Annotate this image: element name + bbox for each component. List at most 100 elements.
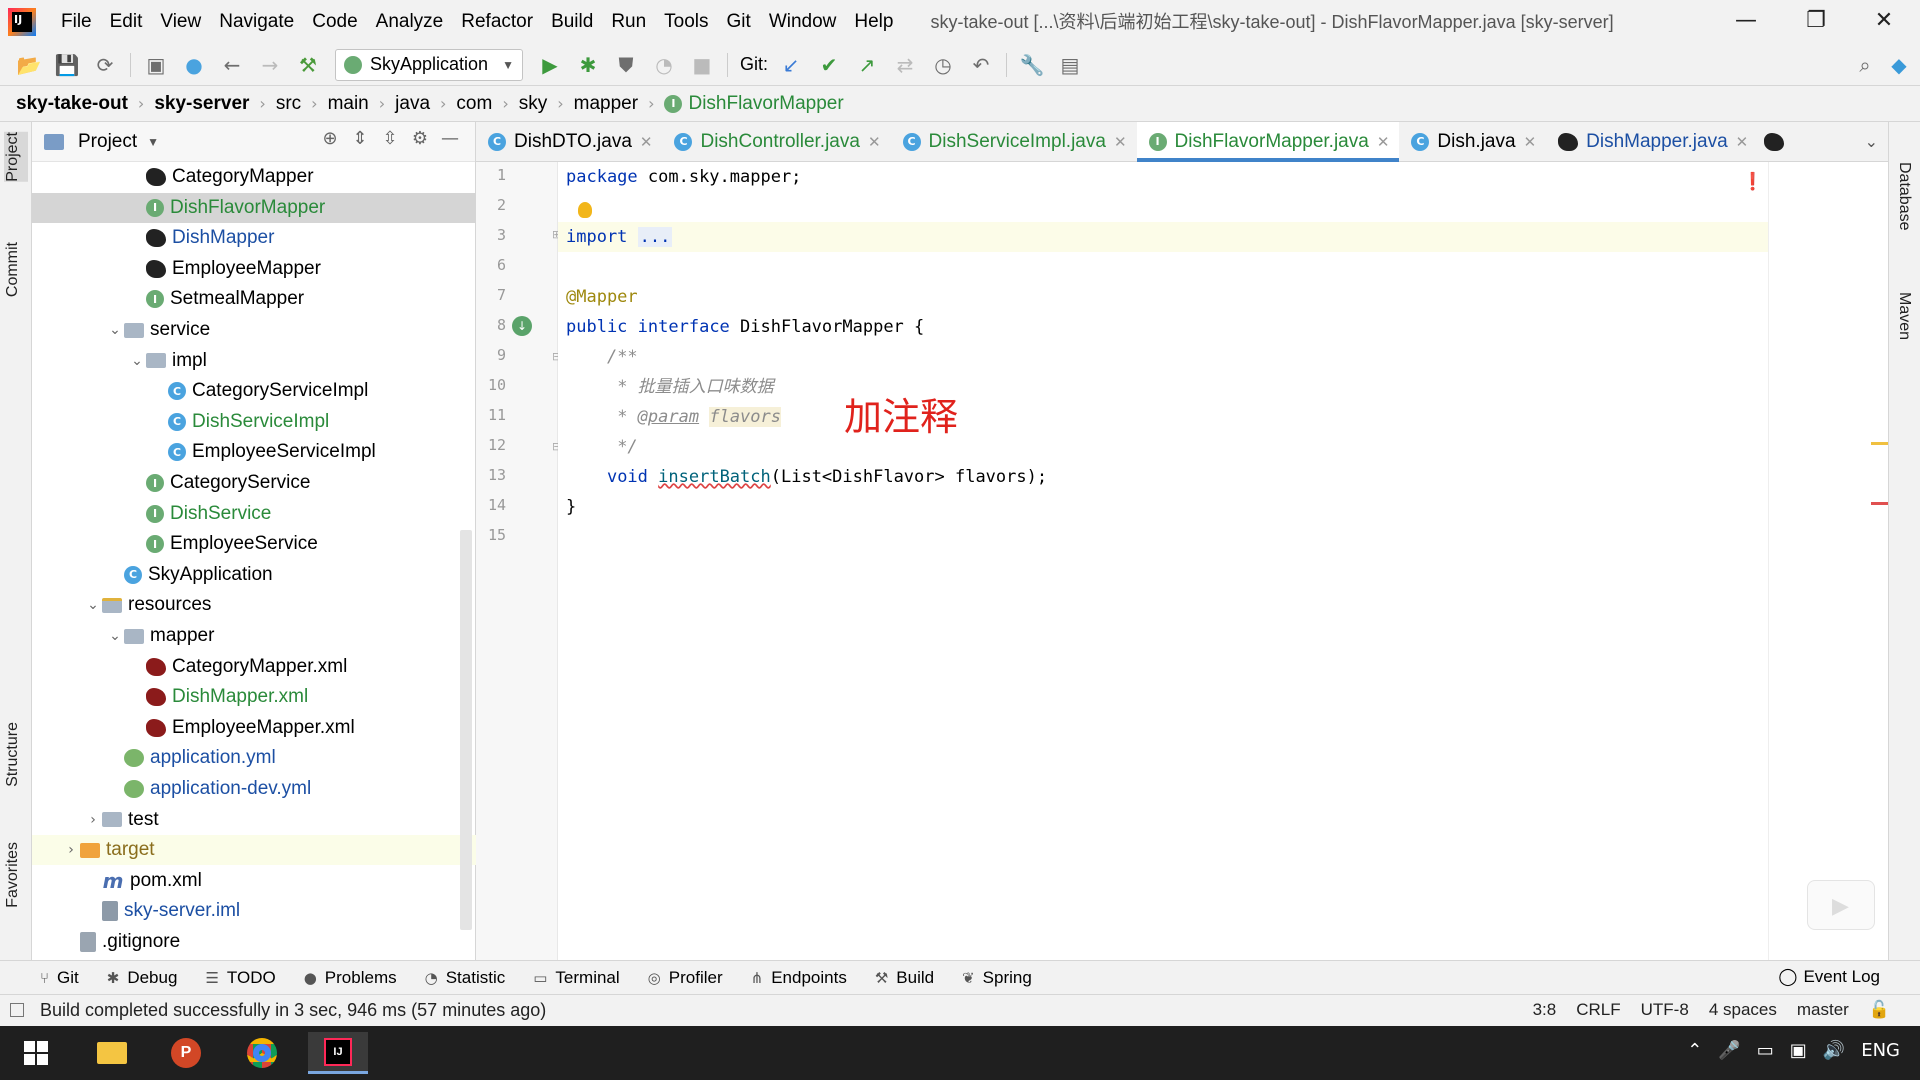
git-branch[interactable]: master	[1797, 1000, 1849, 1020]
class-search-icon[interactable]: ●	[179, 50, 209, 80]
event-log-button[interactable]: ◯ Event Log	[1778, 967, 1880, 987]
editor-tab[interactable]: DishMapper.java ✕	[1546, 122, 1758, 161]
chrome-icon[interactable]	[232, 1032, 292, 1074]
menu-file[interactable]: File	[52, 0, 101, 44]
menu-help[interactable]: Help	[845, 0, 902, 44]
menu-analyze[interactable]: Analyze	[367, 0, 453, 44]
breadcrumb-item[interactable]: mapper	[574, 93, 638, 115]
tree-item[interactable]: EmployeeMapper	[32, 254, 476, 284]
menu-tools[interactable]: Tools	[655, 0, 717, 44]
save-all-icon[interactable]: 💾	[52, 50, 82, 80]
menu-refactor[interactable]: Refactor	[452, 0, 542, 44]
chevron-down-icon[interactable]: ▼	[147, 135, 159, 149]
chevron-down-icon[interactable]: ⌄	[1865, 132, 1878, 151]
project-tool-tab[interactable]: Project	[4, 132, 28, 182]
error-stripe-marker[interactable]	[1871, 502, 1889, 505]
todo-tool-window[interactable]: ☰ TODO	[205, 968, 275, 988]
breadcrumb-item[interactable]: java	[395, 93, 430, 115]
menu-window[interactable]: Window	[760, 0, 846, 44]
tree-item[interactable]: application-dev.yml	[32, 774, 476, 804]
powerpoint-icon[interactable]: P	[156, 1032, 216, 1074]
tree-item[interactable]: C EmployeeServiceImpl	[32, 437, 476, 467]
editor-scrollbar-area[interactable]: ▶	[1768, 162, 1889, 960]
lightbulb-icon[interactable]	[578, 202, 592, 218]
language-indicator[interactable]: ENG	[1861, 1040, 1900, 1061]
status-message[interactable]: Build completed successfully in 3 sec, 9…	[40, 1000, 546, 1021]
tree-scrollbar[interactable]	[460, 530, 472, 930]
editor-tab[interactable]: C DishController.java ✕	[662, 122, 890, 161]
network-icon[interactable]: ▣	[1790, 1040, 1807, 1061]
run-configuration-select[interactable]: SkyApplication ▼	[335, 48, 523, 81]
caret-position[interactable]: 3:8	[1533, 1000, 1557, 1020]
git-history-icon[interactable]: ◷	[928, 50, 958, 80]
tree-item[interactable]: C CategoryServiceImpl	[32, 376, 476, 406]
spring-tool-window[interactable]: ❦ Spring	[962, 968, 1032, 988]
git-update-icon[interactable]: ↙	[776, 50, 806, 80]
tree-item[interactable]: .gitignore	[32, 927, 476, 957]
folded-imports[interactable]: ...	[637, 227, 673, 247]
breadcrumb-item[interactable]: com	[456, 93, 492, 115]
video-play-overlay[interactable]: ▶	[1807, 880, 1875, 930]
tree-item[interactable]: I CategoryService	[32, 468, 476, 498]
line-separator[interactable]: CRLF	[1576, 1000, 1620, 1020]
menu-git[interactable]: Git	[718, 0, 760, 44]
endpoints-tool-window[interactable]: ⋔ Endpoints	[751, 968, 847, 988]
tree-item[interactable]: DishMapper	[32, 223, 476, 253]
statistic-tool-window[interactable]: ◔ Statistic	[425, 968, 506, 988]
close-tab-icon[interactable]: ✕	[1524, 133, 1537, 151]
menu-code[interactable]: Code	[303, 0, 366, 44]
breadcrumb-item[interactable]: I DishFlavorMapper	[664, 93, 844, 115]
terminal-tool-window[interactable]: ▭ Terminal	[533, 968, 619, 988]
menu-edit[interactable]: Edit	[101, 0, 152, 44]
battery-icon[interactable]: ▭	[1757, 1040, 1774, 1061]
open-folder-icon[interactable]: 📂	[14, 50, 44, 80]
restore-button[interactable]: ❐	[1780, 0, 1852, 44]
breadcrumb-item[interactable]: sky	[519, 93, 548, 115]
profile-icon[interactable]: ◔	[649, 50, 679, 80]
tree-item[interactable]: I DishFlavorMapper	[32, 192, 476, 223]
tree-item[interactable]: sky-server.iml	[32, 896, 476, 926]
windows-start-icon[interactable]	[6, 1032, 66, 1074]
tree-item[interactable]: C SkyApplication	[32, 560, 476, 590]
microphone-icon[interactable]: 🎤	[1718, 1040, 1740, 1061]
debug-icon[interactable]: ✱	[573, 50, 603, 80]
back-arrow-icon[interactable]: ←	[217, 50, 247, 80]
breadcrumb-item[interactable]: main	[328, 93, 369, 115]
project-structure-icon[interactable]: ▣	[141, 50, 171, 80]
menu-navigate[interactable]: Navigate	[210, 0, 303, 44]
project-structure-folder-icon[interactable]: ▤	[1055, 50, 1085, 80]
git-tool-window[interactable]: ⑂ Git	[40, 968, 79, 988]
chevron-right-icon[interactable]: ›	[62, 842, 80, 858]
synchronize-icon[interactable]: ⟳	[90, 50, 120, 80]
editor-tab[interactable]: C Dish.java ✕	[1399, 122, 1546, 161]
tree-item[interactable]: ⌄ impl	[32, 346, 476, 376]
toggle-tool-windows-icon[interactable]	[10, 1003, 24, 1017]
build-hammer-icon[interactable]: ⚒	[293, 50, 323, 80]
file-encoding[interactable]: UTF-8	[1641, 1000, 1689, 1020]
warning-stripe-marker[interactable]	[1871, 442, 1889, 445]
menu-build[interactable]: Build	[542, 0, 602, 44]
hide-icon[interactable]: —	[435, 128, 465, 149]
git-push-icon[interactable]: ↗	[852, 50, 882, 80]
run-icon[interactable]: ▶	[535, 50, 565, 80]
tree-item[interactable]: application.yml	[32, 743, 476, 773]
tree-item[interactable]: m pom.xml	[32, 866, 476, 896]
editor-tab[interactable]: I DishFlavorMapper.java ✕	[1136, 122, 1400, 162]
tree-item[interactable]: EmployeeMapper.xml	[32, 713, 476, 743]
lock-icon[interactable]: 🔓	[1869, 1000, 1890, 1020]
chevron-down-icon[interactable]: ⌄	[106, 322, 124, 338]
structure-tool-tab[interactable]: Structure	[4, 722, 28, 787]
collapse-all-icon[interactable]: ⇳	[375, 128, 405, 149]
debug-tool-window[interactable]: ✱ Debug	[107, 968, 178, 988]
tree-item[interactable]: C DishServiceImpl	[32, 407, 476, 437]
commit-tool-tab[interactable]: Commit	[4, 242, 28, 297]
expand-all-icon[interactable]: ⇕	[345, 128, 375, 149]
mybatis-bird-icon[interactable]	[1764, 133, 1785, 151]
problems-tool-window[interactable]: ● Problems	[304, 968, 397, 988]
rollback-icon[interactable]: ↶	[966, 50, 996, 80]
gear-icon[interactable]: ⚙	[405, 128, 435, 149]
jetbrains-toolbox-icon[interactable]: ◆	[1884, 50, 1914, 80]
close-window-button[interactable]: ✕	[1848, 0, 1920, 44]
stop-icon[interactable]: ■	[687, 50, 717, 80]
close-tab-icon[interactable]: ✕	[1736, 133, 1749, 151]
